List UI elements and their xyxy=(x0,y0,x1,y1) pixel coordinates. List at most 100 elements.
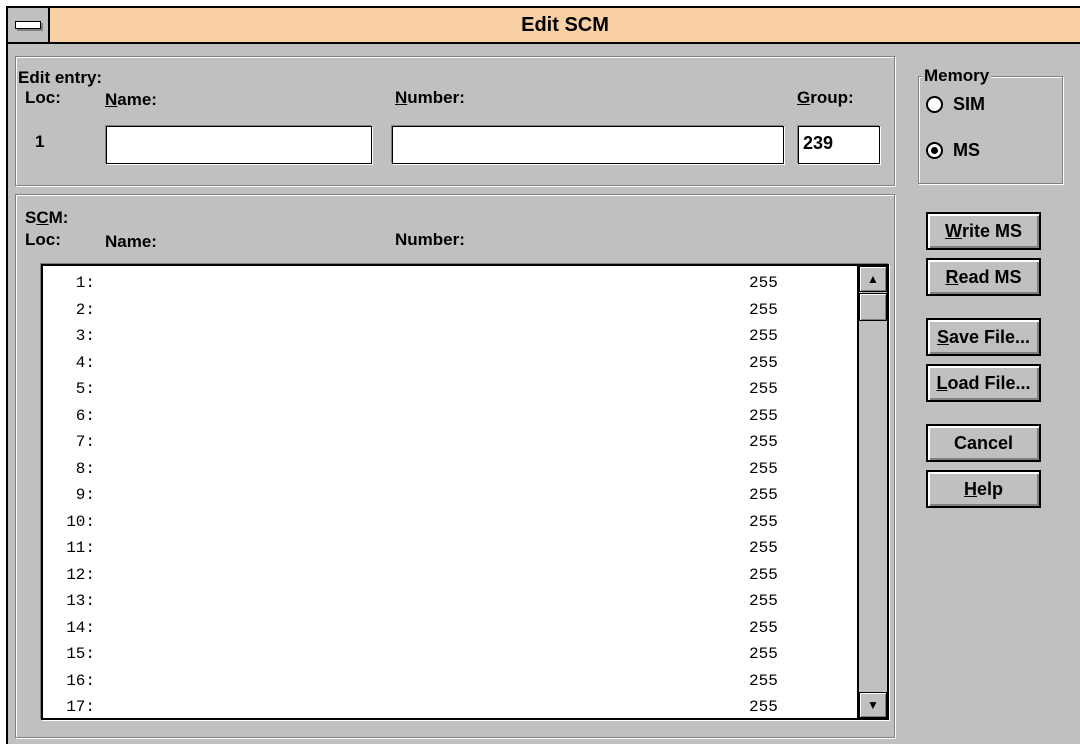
window-title: Edit SCM xyxy=(521,13,609,36)
list-item[interactable]: 3: 255 xyxy=(43,323,855,350)
write-ms-button[interactable]: Write MS xyxy=(926,212,1041,250)
memory-heading: Memory xyxy=(922,66,992,86)
scm-loc-header: Loc: xyxy=(25,230,61,249)
radio-selected-dot xyxy=(931,147,938,154)
memory-group xyxy=(918,76,1063,184)
save-file-mnemonic: S xyxy=(936,326,949,347)
list-item-group: 255 xyxy=(749,274,778,292)
list-item[interactable]: 13: 255 xyxy=(43,588,855,615)
help-button[interactable]: Help xyxy=(926,470,1041,508)
read-ms-rest: ead MS xyxy=(958,266,1022,287)
list-item[interactable]: 14: 255 xyxy=(43,615,855,642)
scm-listbox[interactable]: 1: 255 2: 255 3: 255 4: 255 5: 255 6: 255 7: 255 8: 255… xyxy=(41,264,889,720)
memory-option-sim[interactable]: SIM xyxy=(926,94,985,115)
list-item-loc: 15: xyxy=(66,645,95,663)
list-item-loc: 13: xyxy=(66,592,95,610)
system-menu-icon xyxy=(15,21,41,29)
radio-ms-label: MS xyxy=(953,140,980,160)
list-item-loc: 5: xyxy=(75,380,95,398)
radio-ms[interactable] xyxy=(926,142,943,159)
help-mnemonic: H xyxy=(963,478,977,499)
scm-rows: 1: 255 2: 255 3: 255 4: 255 5: 255 6: 255 7: 255 8: 255… xyxy=(43,270,855,718)
list-item-loc: 10: xyxy=(66,512,95,531)
list-item[interactable]: 11: 255 xyxy=(43,535,855,562)
arrow-down-icon: ▼ xyxy=(867,698,879,712)
list-item-group: 255 xyxy=(749,512,778,531)
list-item-group: 255 xyxy=(749,300,778,319)
edit-scm-dialog: Edit SCM Edit entry: Loc: Name: Number: … xyxy=(6,6,1080,744)
list-item[interactable]: 6: 255 xyxy=(43,403,855,430)
list-item[interactable]: 12: 255 xyxy=(43,562,855,589)
list-item-loc: 7: xyxy=(75,433,95,451)
loc-label: Loc: xyxy=(25,88,61,107)
scroll-up-button[interactable]: ▲ xyxy=(859,266,887,292)
scroll-track[interactable] xyxy=(859,322,887,691)
list-item[interactable]: 4: 255 xyxy=(43,350,855,377)
list-item[interactable]: 16: 255 xyxy=(43,668,855,695)
radio-sim[interactable] xyxy=(926,96,943,113)
name-label: Name: xyxy=(105,90,157,109)
list-item[interactable]: 15: 255 xyxy=(43,641,855,668)
number-field[interactable] xyxy=(392,126,784,164)
name-field[interactable] xyxy=(106,126,372,164)
list-item-group: 255 xyxy=(749,645,778,663)
list-item-group: 255 xyxy=(749,327,778,345)
loc-value: 1 xyxy=(35,132,45,151)
list-item-loc: 4: xyxy=(75,353,95,372)
save-file-rest: ave File... xyxy=(948,326,1031,347)
load-file-rest: oad File... xyxy=(947,372,1031,393)
list-item[interactable]: 17: 255 xyxy=(43,694,855,718)
system-menu-button[interactable] xyxy=(8,8,50,42)
save-file-button[interactable]: Save File... xyxy=(926,318,1041,356)
list-item-group: 255 xyxy=(749,671,778,690)
list-item-group: 255 xyxy=(749,406,778,425)
list-item-loc: 2: xyxy=(75,300,95,319)
list-item[interactable]: 8: 255 xyxy=(43,456,855,483)
group-label: Group: xyxy=(797,88,854,107)
scroll-thumb[interactable] xyxy=(859,293,887,321)
load-file-mnemonic: L xyxy=(936,372,948,393)
name-label-rest: ame: xyxy=(117,90,157,109)
list-item[interactable]: 5: 255 xyxy=(43,376,855,403)
list-item-group: 255 xyxy=(749,380,778,398)
write-ms-rest: rite MS xyxy=(961,220,1022,241)
list-item[interactable]: 2: 255 xyxy=(43,297,855,324)
list-item-loc: 8: xyxy=(75,459,95,478)
list-item-loc: 14: xyxy=(66,618,95,637)
list-item[interactable]: 9: 255 xyxy=(43,482,855,509)
list-item-loc: 16: xyxy=(66,671,95,690)
scm-number-header: Number: xyxy=(395,230,465,249)
scroll-down-button[interactable]: ▼ xyxy=(859,692,887,718)
list-item-group: 255 xyxy=(749,565,778,584)
list-item-group: 255 xyxy=(749,486,778,504)
number-label: Number: xyxy=(395,88,465,107)
edit-entry-group xyxy=(15,56,895,186)
read-ms-button[interactable]: Read MS xyxy=(926,258,1041,296)
list-item-loc: 6: xyxy=(75,406,95,425)
title-bar[interactable]: Edit SCM xyxy=(8,8,1080,44)
list-item-group: 255 xyxy=(749,353,778,372)
number-label-rest: umber: xyxy=(407,88,465,107)
list-item[interactable]: 1: 255 xyxy=(43,270,855,297)
list-item[interactable]: 7: 255 xyxy=(43,429,855,456)
list-item-group: 255 xyxy=(749,618,778,637)
list-item-group: 255 xyxy=(749,539,778,557)
scm-heading: SCM: xyxy=(25,208,69,227)
list-item-loc: 12: xyxy=(66,565,95,584)
list-item-loc: 17: xyxy=(66,698,95,716)
list-item-loc: 9: xyxy=(75,486,95,504)
list-item-loc: 11: xyxy=(66,539,95,557)
list-item-group: 255 xyxy=(749,459,778,478)
cancel-button[interactable]: Cancel xyxy=(926,424,1041,462)
group-field[interactable]: 239 xyxy=(798,126,880,164)
list-item-group: 255 xyxy=(749,433,778,451)
vertical-scrollbar[interactable]: ▲ ▼ xyxy=(857,266,887,718)
write-ms-mnemonic: W xyxy=(944,220,962,241)
memory-option-ms[interactable]: MS xyxy=(926,140,980,161)
list-item[interactable]: 10: 255 xyxy=(43,509,855,536)
scm-name-header: Name: xyxy=(105,232,157,251)
load-file-button[interactable]: Load File... xyxy=(926,364,1041,402)
group-label-rest: roup: xyxy=(810,88,854,107)
list-item-loc: 1: xyxy=(75,274,95,292)
edit-entry-heading: Edit entry: xyxy=(18,68,103,87)
